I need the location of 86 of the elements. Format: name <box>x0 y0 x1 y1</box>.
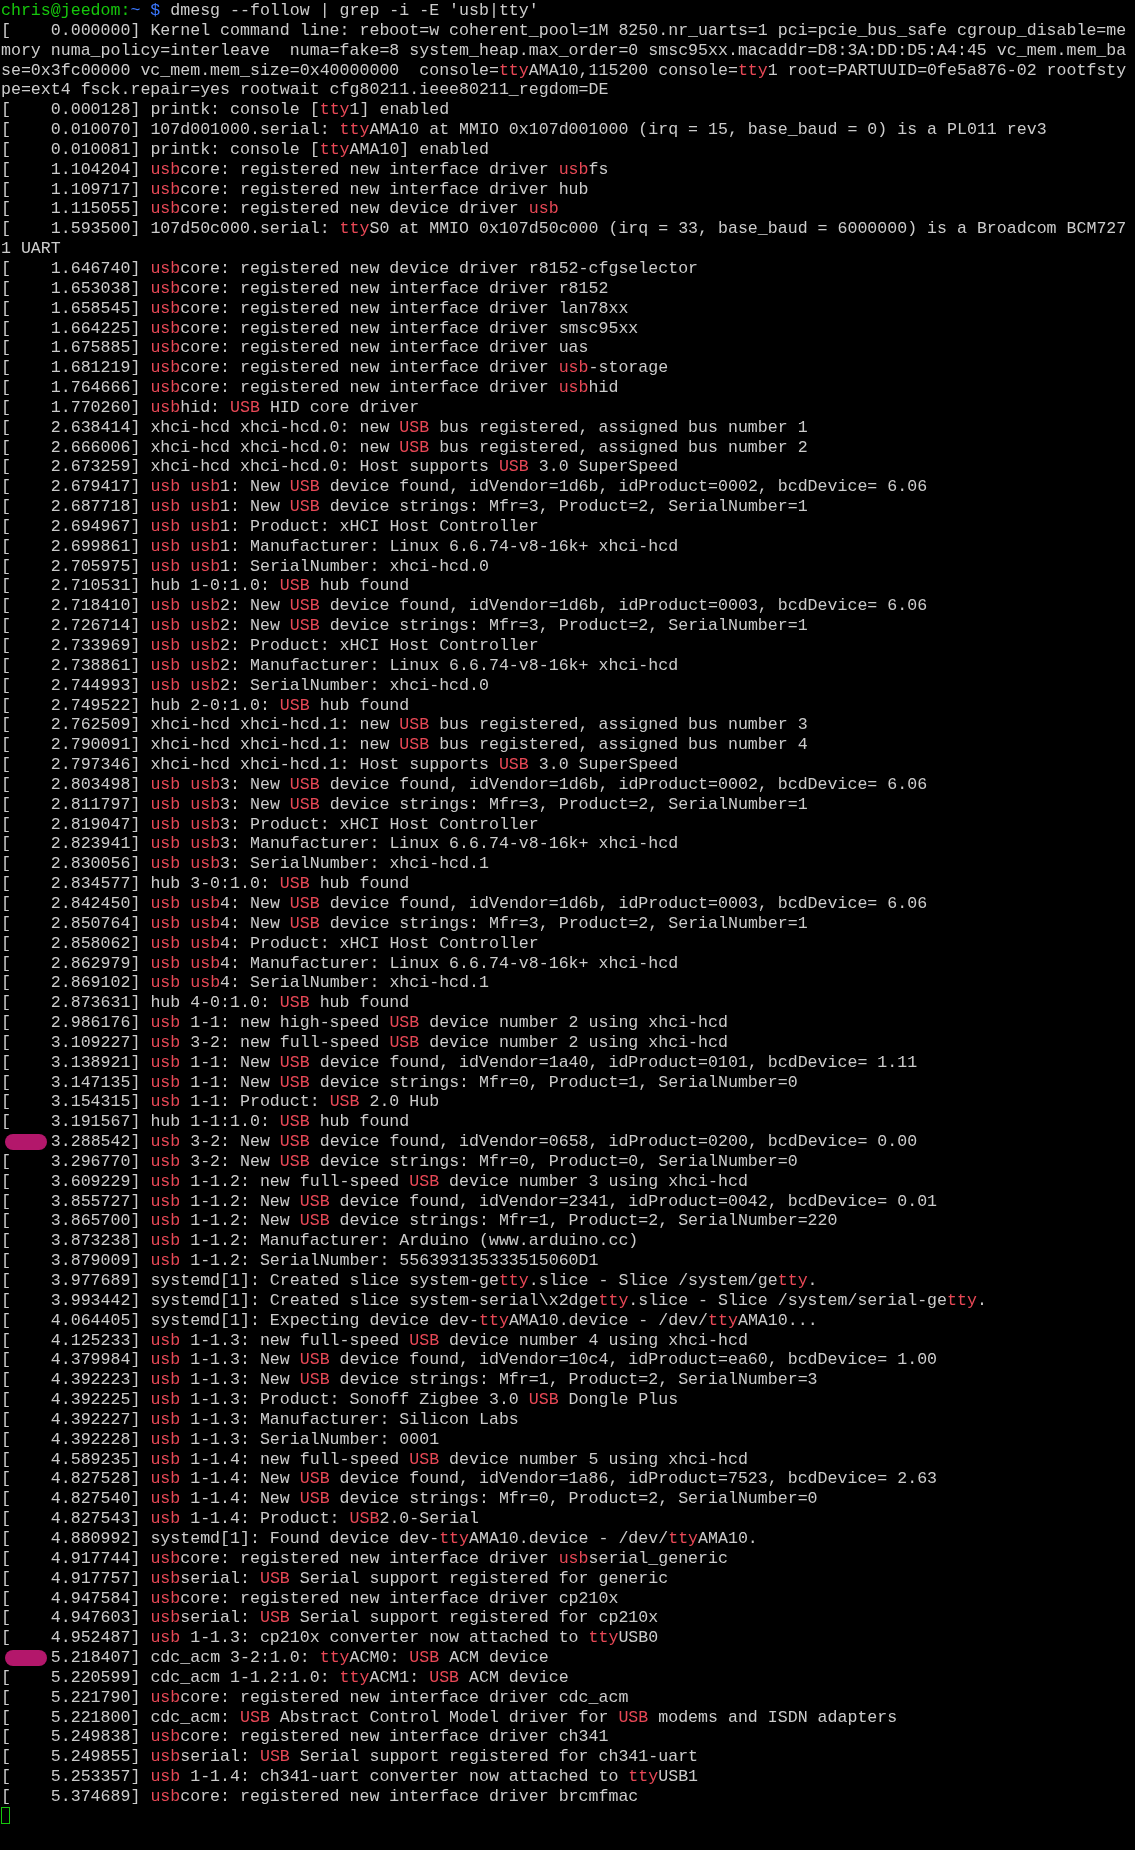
command-prompt: chris@jeedom:~ $ dmesg --follow | grep -i -E 'usb|tty' <box>1 1 540 21</box>
log-line: 3.288542] usb 3-2: New USB device found, idVendor=0658, idProduct=0200, bcdDevice= 0.00 <box>1 1132 1132 1152</box>
log-line: [ 2.744993] usb usb2: SerialNumber: xhci-hcd.0 <box>1 675 490 696</box>
log-line: [ 1.653038] usbcore: registered new interface driver r8152 <box>1 278 610 299</box>
log-line: [ 1.658545] usbcore: registered new interface driver lan78xx <box>1 298 630 319</box>
log-line: [ 2.862979] usb usb4: Manufacturer: Linux 6.6.74-v8-16k+ xhci-hcd <box>1 953 680 974</box>
log-line: [ 2.666006] xhci-hcd xhci-hcd.0: new USB bus registered, assigned bus number 2 <box>1 437 809 458</box>
log-line: [ 2.803498] usb usb3: New USB device found, idVendor=1d6b, idProduct=0002, bcdDevice= 6.06 <box>1 774 929 795</box>
log-line: [ 2.710531] hub 1-0:1.0: USB hub found <box>1 576 411 597</box>
log-line: [ 3.879009] usb 1-1.2: SerialNumber: 556393135333515060D1 <box>1 1251 600 1271</box>
log-line: [ 1.104204] usbcore: registered new interface driver usbfs <box>1 159 610 180</box>
log-line: [ 3.109227] usb 3-2: new full-speed USB device number 2 using xhci-hcd <box>1 1032 729 1053</box>
log-line: [ 3.154315] usb 1-1: Product: USB 2.0 Hub <box>1 1092 441 1113</box>
log-line: [ 3.993442] systemd[1]: Created slice system-serial\x2dgetty.slice - Slice /system/serial-getty. <box>1 1290 988 1311</box>
log-line: [ 1.675885] usbcore: registered new interface driver uas <box>1 338 590 359</box>
log-line: [ 4.392225] usb 1-1.3: Product: Sonoff Zigbee 3.0 USB Dongle Plus <box>1 1390 680 1410</box>
log-line: [ 2.762509] xhci-hcd xhci-hcd.1: new USB bus registered, assigned bus number 3 <box>1 715 809 736</box>
log-line: [ 2.986176] usb 1-1: new high-speed USB device number 2 using xhci-hcd <box>1 1013 729 1033</box>
log-line: [ 4.827540] usb 1-1.4: New USB device strings: Mfr=0, Product=2, SerialNumber=0 <box>1 1489 819 1510</box>
log-line: [ 3.873238] usb 1-1.2: Manufacturer: Arduino (www.arduino.cc) <box>1 1231 640 1252</box>
log-line: [ 4.947584] usbcore: registered new interface driver cp210x <box>1 1588 620 1609</box>
log-line: [ 2.718410] usb usb2: New USB device found, idVendor=1d6b, idProduct=0003, bcdDevice= 6.06 <box>1 596 929 617</box>
log-line: [ 2.819047] usb usb3: Product: xHCI Host Controller <box>1 814 540 835</box>
log-line: [ 2.869102] usb usb4: SerialNumber: xhci-hcd.1 <box>1 973 490 994</box>
log-line: [ 4.947603] usbserial: USB Serial support registered for cp210x <box>1 1608 660 1629</box>
log-line: [ 2.733969] usb usb2: Product: xHCI Host Controller <box>1 636 540 656</box>
log-line: [ 2.823941] usb usb3: Manufacturer: Linux 6.6.74-v8-16k+ xhci-hcd <box>1 834 680 855</box>
log-line: [ 2.699861] usb usb1: Manufacturer: Linux 6.6.74-v8-16k+ xhci-hcd <box>1 536 680 557</box>
log-line: [ 4.917744] usbcore: registered new interface driver usbserial_generic <box>1 1548 729 1569</box>
log-line: [ 2.638414] xhci-hcd xhci-hcd.0: new USB bus registered, assigned bus number 1 <box>1 417 809 438</box>
log-line: [ 2.850764] usb usb4: New USB device strings: Mfr=3, Product=2, SerialNumber=1 <box>1 913 809 934</box>
log-line: [ 4.064405] systemd[1]: Expecting device dev-ttyAMA10.device - /dev/ttyAMA10... <box>1 1310 819 1331</box>
log-line: 5.218407] cdc_acm 3-2:1.0: ttyACM0: USB ACM device <box>1 1648 1132 1668</box>
log-line: [ 2.873631] hub 4-0:1.0: USB hub found <box>1 993 411 1014</box>
log-line: [ 5.249838] usbcore: registered new interface driver ch341 <box>1 1727 610 1748</box>
log-line: [ 2.694967] usb usb1: Product: xHCI Host Controller <box>1 516 540 537</box>
log-line: [ 2.797346] xhci-hcd xhci-hcd.1: Host supports USB 3.0 SuperSpeed <box>1 755 680 775</box>
log-line: [ 3.296770] usb 3-2: New USB device strings: Mfr=0, Product=0, SerialNumber=0 <box>1 1151 799 1172</box>
log-line: [ 4.952487] usb 1-1.3: cp210x converter now attached to ttyUSB0 <box>1 1628 660 1649</box>
log-line: [ 2.679417] usb usb1: New USB device found, idVendor=1d6b, idProduct=0002, bcdDevice= 6.06 <box>1 477 929 498</box>
log-line: [ 4.379984] usb 1-1.3: New USB device found, idVendor=10c4, idProduct=ea60, bcdDevice= 1.00 <box>1 1350 939 1371</box>
log-line: [ 2.790091] xhci-hcd xhci-hcd.1: new USB bus registered, assigned bus number 4 <box>1 735 809 756</box>
log-line: [ 5.374689] usbcore: registered new interface driver brcmfmac <box>1 1786 640 1807</box>
log-line: [ 1.115055] usbcore: registered new device driver usb <box>1 199 560 220</box>
log-line: [ 0.000128] printk: console [tty1] enabled <box>1 100 451 121</box>
log-line: [ 2.834577] hub 3-0:1.0: USB hub found <box>1 874 411 894</box>
log-line: [ 2.858062] usb usb4: Product: xHCI Host Controller <box>1 933 540 954</box>
log-line: [ 0.010070] 107d001000.serial: ttyAMA10 at MMIO 0x107d001000 (irq = 15, base_baud = 0) is a PL011 rev3 <box>1 120 1048 140</box>
log-line: [ 3.147135] usb 1-1: New USB device strings: Mfr=0, Product=1, SerialNumber=0 <box>1 1072 799 1093</box>
log-line: [ 3.855727] usb 1-1.2: New USB device found, idVendor=2341, idProduct=0042, bcdDevice= 0.01 <box>1 1191 939 1212</box>
log-line: [ 4.917757] usbserial: USB Serial support registered for generic <box>1 1568 670 1589</box>
log-line: [ 2.738861] usb usb2: Manufacturer: Linux 6.6.74-v8-16k+ xhci-hcd <box>1 655 680 676</box>
log-line: [ 4.880992] systemd[1]: Found device dev-ttyAMA10.device - /dev/ttyAMA10. <box>1 1528 759 1549</box>
log-line: [ 2.726714] usb usb2: New USB device strings: Mfr=3, Product=2, SerialNumber=1 <box>1 616 809 636</box>
log-line: [ 4.827543] usb 1-1.4: Product: USB2.0-Serial <box>1 1509 480 1529</box>
log-line: [ 2.687718] usb usb1: New USB device strings: Mfr=3, Product=2, SerialNumber=1 <box>1 497 809 517</box>
log-line: [ 1.681219] usbcore: registered new interface driver usb-storage <box>1 358 670 379</box>
log-line: [ 1.770260] usbhid: USB HID core driver <box>1 397 421 418</box>
log-line: [ 2.830056] usb usb3: SerialNumber: xhci-hcd.1 <box>1 854 490 875</box>
log-line: [ 4.392223] usb 1-1.3: New USB device strings: Mfr=1, Product=2, SerialNumber=3 <box>1 1370 819 1391</box>
log-line: [ 2.842450] usb usb4: New USB device found, idVendor=1d6b, idProduct=0003, bcdDevice= 6.06 <box>1 893 929 914</box>
log-line: [ 1.646740] usbcore: registered new device driver r8152-cfgselector <box>1 258 700 279</box>
log-line: [ 4.125233] usb 1-1.3: new full-speed USB device number 4 using xhci-hcd <box>1 1330 749 1351</box>
log-line: [ 5.221790] usbcore: registered new interface driver cdc_acm <box>1 1687 630 1708</box>
log-line: [ 2.673259] xhci-hcd xhci-hcd.0: Host supports USB 3.0 SuperSpeed <box>1 457 680 478</box>
log-line: [ 2.749522] hub 2-0:1.0: USB hub found <box>1 695 411 716</box>
log-line: [ 2.811797] usb usb3: New USB device strings: Mfr=3, Product=2, SerialNumber=1 <box>1 794 809 815</box>
log-line: [ 3.191567] hub 1-1:1.0: USB hub found <box>1 1112 411 1133</box>
log-line: [ 2.705975] usb usb1: SerialNumber: xhci-hcd.0 <box>1 556 490 577</box>
log-line: [ 3.609229] usb 1-1.2: new full-speed USB device number 3 using xhci-hcd <box>1 1171 749 1192</box>
log-line: [ 5.220599] cdc_acm 1-1.2:1.0: ttyACM1: USB ACM device <box>1 1667 570 1688</box>
log-line: [ 0.010081] printk: console [ttyAMA10] enabled <box>1 139 490 160</box>
log-line: [ 1.764666] usbcore: registered new interface driver usbhid <box>1 378 620 398</box>
log-line: [ 1.664225] usbcore: registered new interface driver smsc95xx <box>1 318 640 339</box>
log-line: [ 5.249855] usbserial: USB Serial support registered for ch341-uart <box>1 1747 700 1768</box>
log-line: [ 1.109717] usbcore: registered new interface driver hub <box>1 179 590 200</box>
text-cursor <box>1 1806 10 1824</box>
log-line: [ 3.865700] usb 1-1.2: New USB device strings: Mfr=1, Product=2, SerialNumber=220 <box>1 1211 839 1232</box>
log-line: [ 4.392228] usb 1-1.3: SerialNumber: 0001 <box>1 1429 441 1450</box>
log-line: [ 5.221800] cdc_acm: USB Abstract Control Model driver for USB modems and ISDN adapters <box>1 1707 899 1728</box>
log-line: [ 4.589235] usb 1-1.4: new full-speed USB device number 5 using xhci-hcd <box>1 1449 749 1470</box>
log-line: [ 4.827528] usb 1-1.4: New USB device found, idVendor=1a86, idProduct=7523, bcdDevice= 2.63 <box>1 1469 939 1490</box>
log-line: [ 4.392227] usb 1-1.3: Manufacturer: Silicon Labs <box>1 1409 520 1430</box>
log-line: [ 3.977689] systemd[1]: Created slice system-getty.slice - Slice /system/getty. <box>1 1271 819 1291</box>
log-line: [ 3.138921] usb 1-1: New USB device found, idVendor=1a40, idProduct=0101, bcdDevice= 1.11 <box>1 1052 919 1073</box>
log-line: [ 5.253357] usb 1-1.4: ch341-uart converter now attached to ttyUSB1 <box>1 1767 700 1787</box>
